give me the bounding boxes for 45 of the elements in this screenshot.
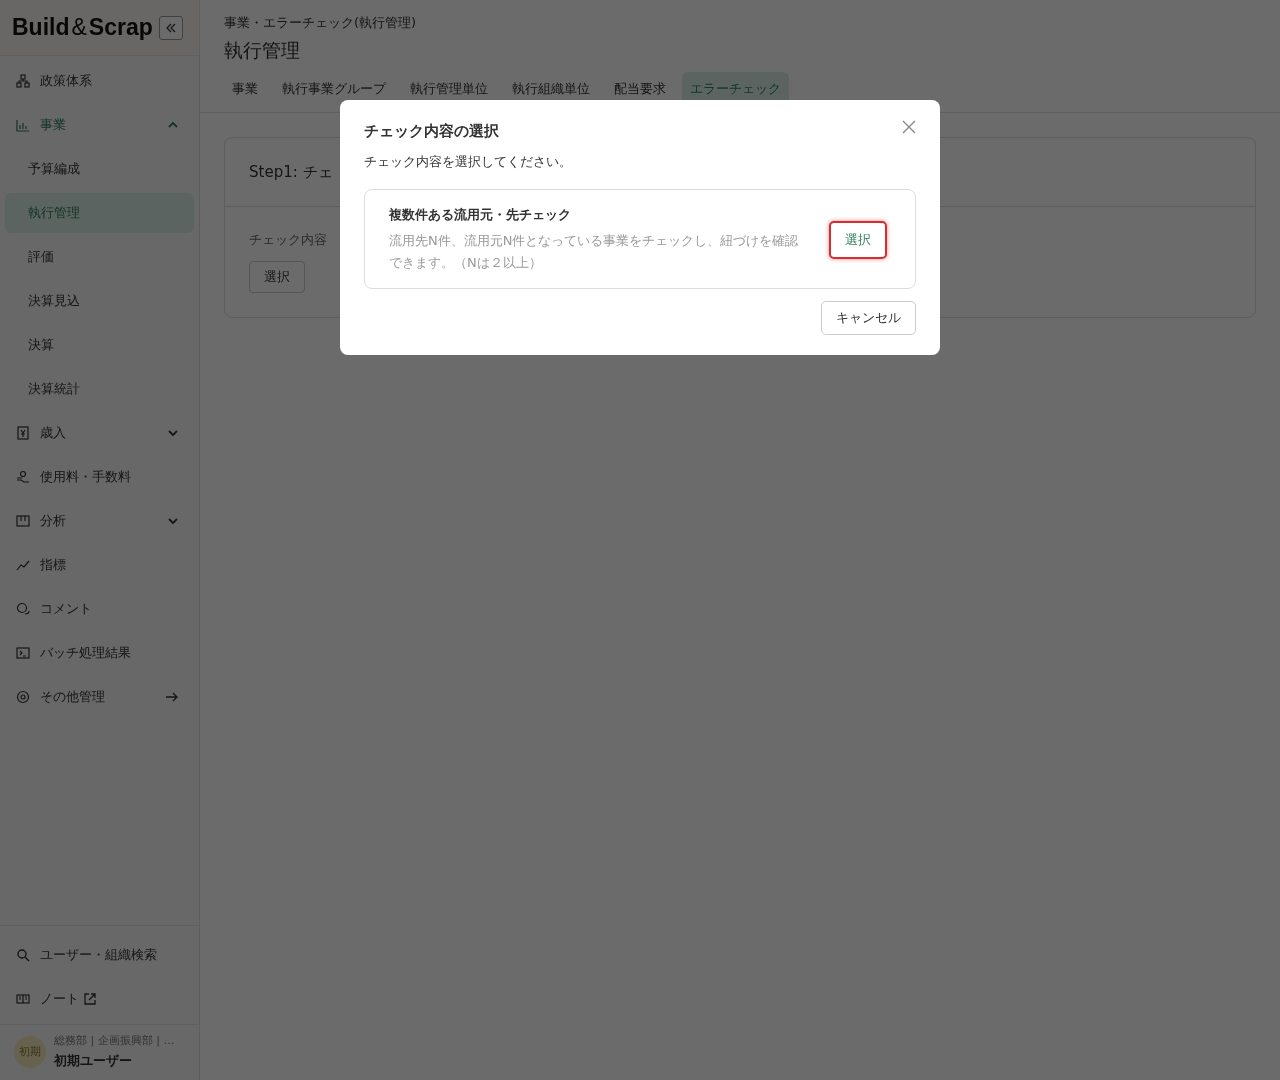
nav-item[interactable]: コメント [0,587,199,631]
breadcrumb: 事業・エラーチェック(執行管理) [224,14,418,32]
nav-subitem[interactable]: 決算見込 [5,281,194,321]
board-icon [16,514,30,528]
nav-item[interactable]: ユーザー・組織検索 [0,933,199,977]
search-icon [16,948,30,962]
tab[interactable]: 事業 [224,72,266,112]
nav-item[interactable]: ノート [0,977,199,1021]
trend-icon [16,558,30,572]
cancel-button[interactable]: キャンセル [821,301,916,335]
page-title: 執行管理 [224,38,301,63]
card-title: Step1: チェ [249,163,333,181]
nav-subitem[interactable]: 評価 [5,237,194,277]
nav-subitem[interactable]: 執行管理 [5,193,194,233]
nav-subitem[interactable]: 決算 [5,325,194,365]
nav-item[interactable]: 事業 [0,103,199,147]
nav-item[interactable]: 分析 [0,499,199,543]
org-icon [16,74,30,88]
option-description: 流用先N件、流用元N件となっている事業をチェックし、紐づけを確認できます。（Nは２以上） [389,232,799,272]
close-icon [902,119,916,134]
yen-icon [16,426,30,440]
chat-icon [16,602,30,616]
close-button[interactable] [902,119,916,134]
nav-item[interactable]: 使用料・手数料 [0,455,199,499]
option-title: 複数件ある流用元・先チェック [389,206,572,224]
nav-item[interactable]: 政策体系 [0,59,199,103]
select-button[interactable]: 選択 [829,221,887,259]
tab[interactable]: 執行事業グループ [274,72,394,112]
nav-item[interactable]: バッチ処理結果 [0,631,199,675]
chart-icon [16,118,30,132]
nav-subitem[interactable]: 予算編成 [5,149,194,189]
term-icon [16,646,30,660]
book-icon [16,992,30,1006]
select-button[interactable]: 選択 [249,261,305,293]
user-name: 初期ユーザー [54,1052,133,1070]
nav-subitem[interactable]: 決算統計 [5,369,194,409]
nav-item[interactable]: 指標 [0,543,199,587]
modal-description: チェック内容を選択してください。 [364,153,573,171]
modal-title: チェック内容の選択 [364,122,499,141]
nav-item[interactable]: 歳入 [0,411,199,455]
arrow-right-icon [165,691,179,703]
collapse-sidebar-button[interactable] [158,15,183,40]
external-link-icon [83,992,97,1006]
logo: Build&Scrap [12,14,153,41]
nav-item[interactable]: その他管理 [0,675,199,719]
